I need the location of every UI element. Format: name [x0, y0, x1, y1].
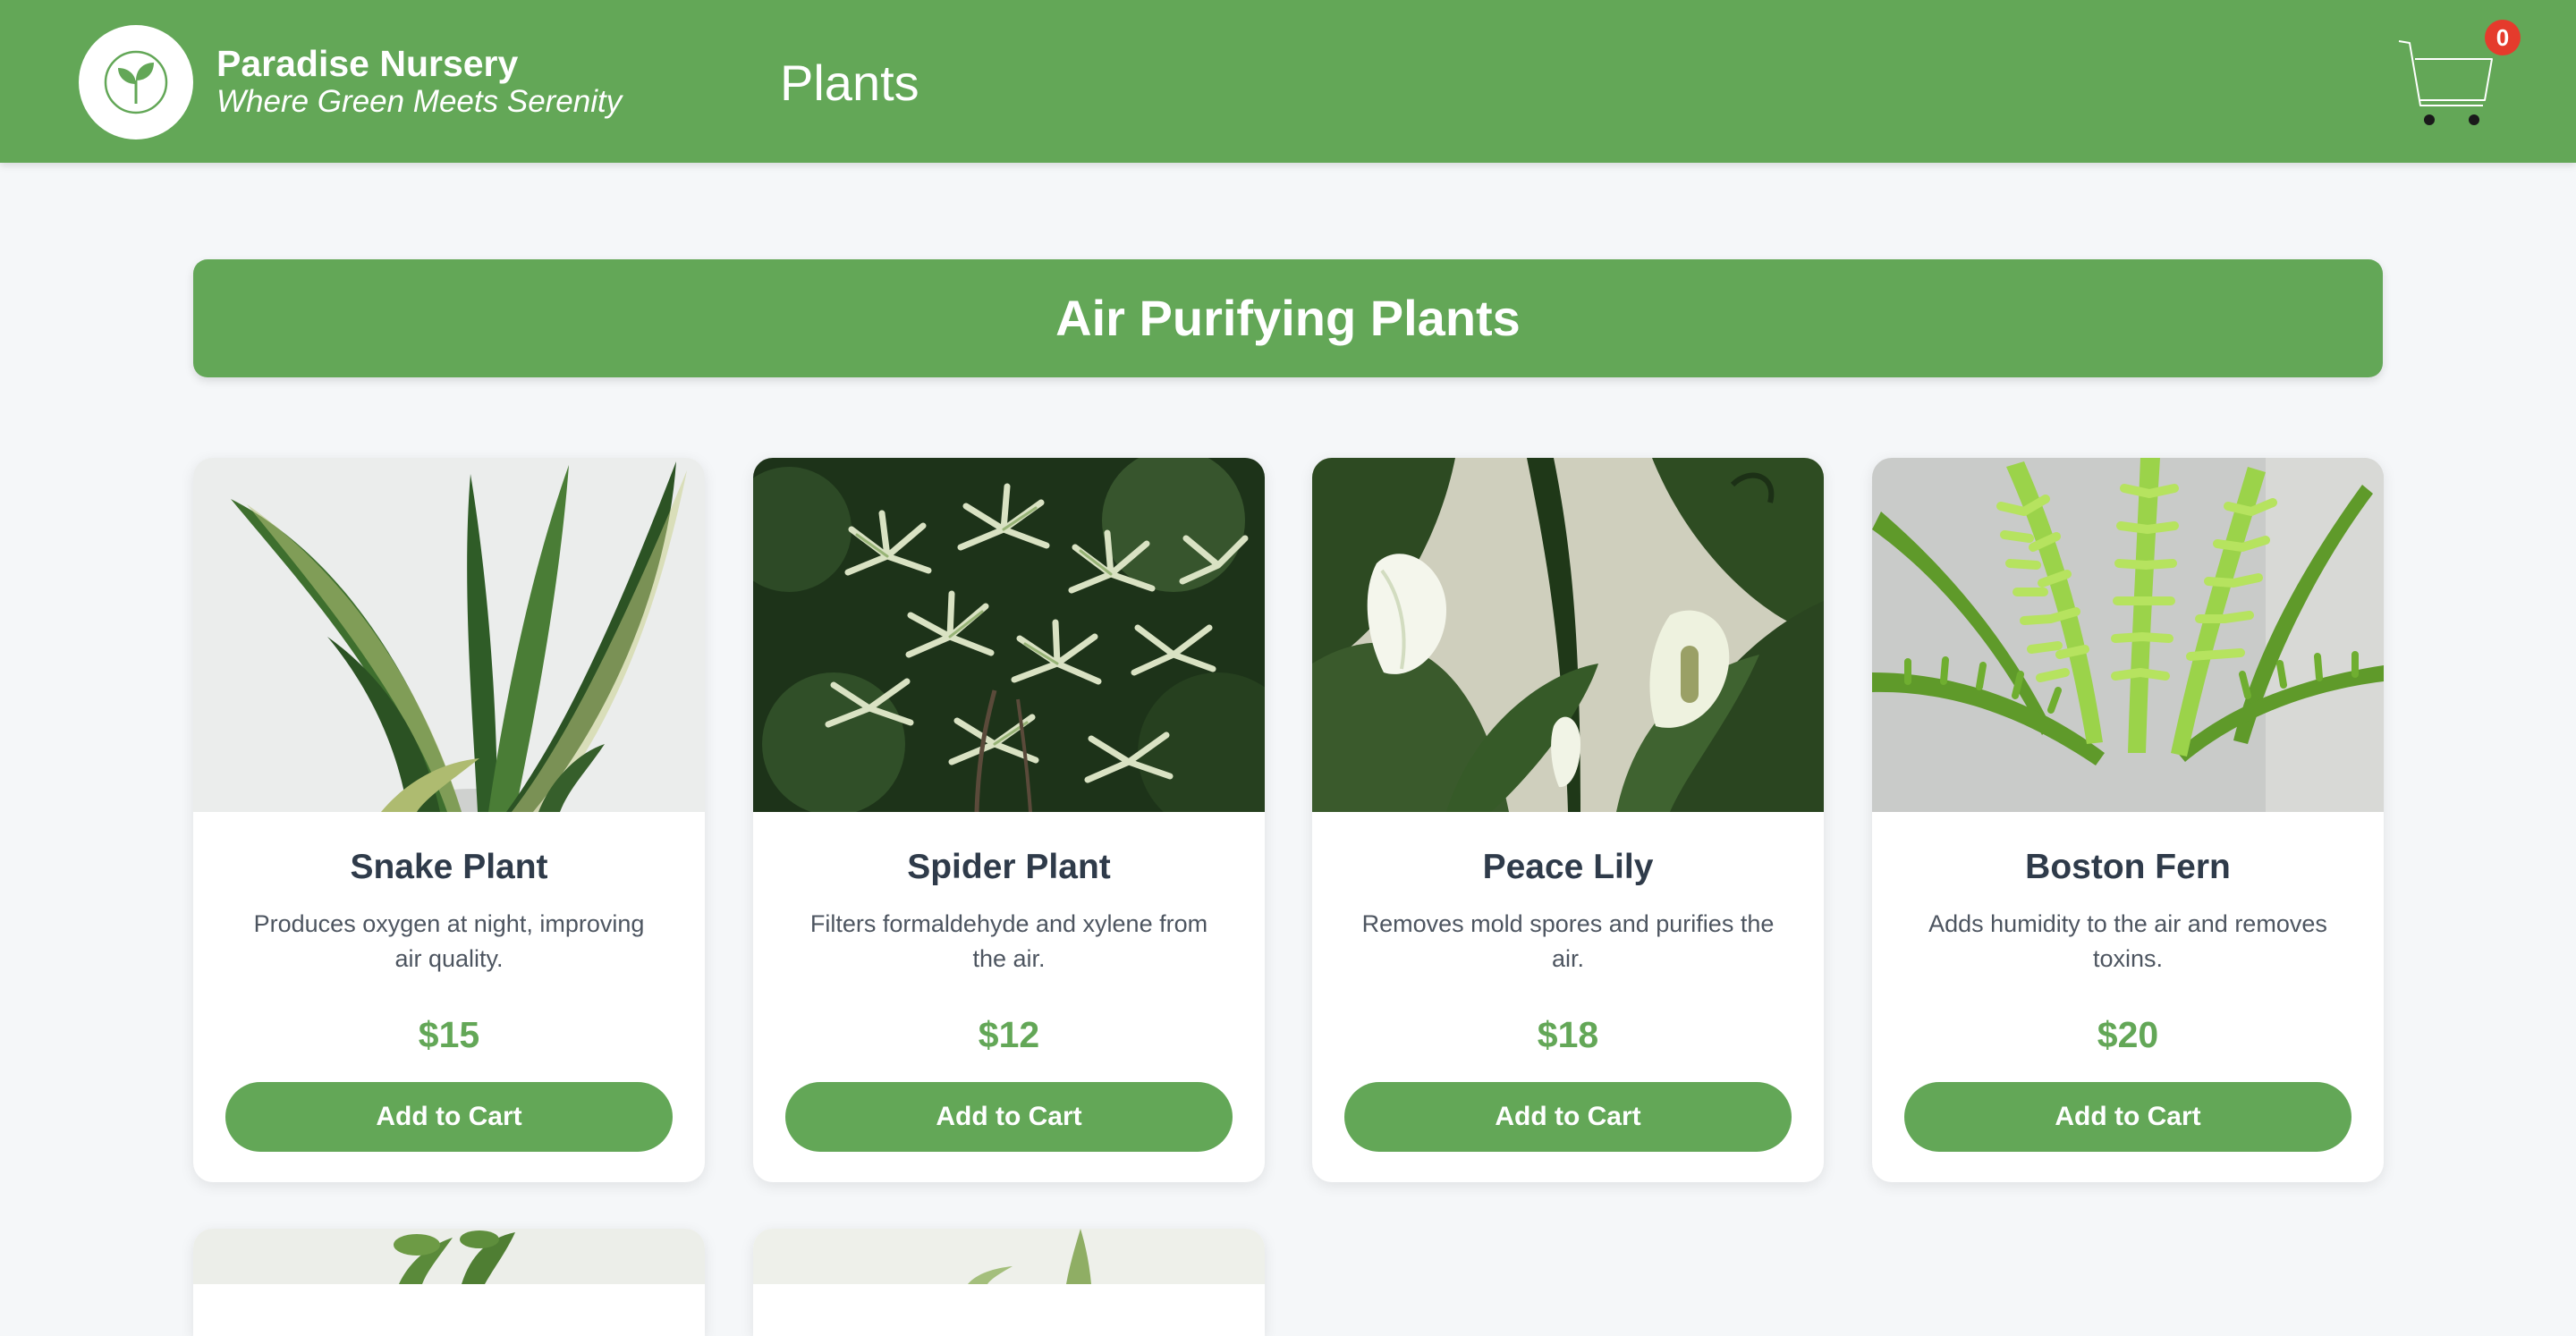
product-name: Spider Plant [907, 848, 1111, 886]
peace-lily-image [1312, 458, 1824, 812]
product-description: Filters formaldehyde and xylene from the… [809, 910, 1208, 972]
add-to-cart-button[interactable]: Add to Cart [1344, 1082, 1792, 1152]
sprout-logo-icon[interactable] [79, 25, 193, 140]
snake-plant-image [193, 458, 705, 812]
product-card-snake-plant: Snake Plant Produces oxygen at night, im… [193, 458, 705, 1182]
brand-name: Paradise Nursery [216, 43, 519, 84]
product-price: $15 [418, 1014, 480, 1055]
product-card-spider-plant: Spider Plant Filters formaldehyde and xy… [753, 458, 1265, 1182]
product-name: Boston Fern [2025, 848, 2231, 886]
product-card-partial [753, 1229, 1265, 1336]
product-description: Removes mold spores and purifies the air… [1361, 910, 1775, 972]
product-description: Produces oxygen at night, improving air … [253, 910, 645, 972]
product-card-peace-lily: Peace Lily Removes mold spores and purif… [1312, 458, 1824, 1182]
add-to-cart-button[interactable]: Add to Cart [1904, 1082, 2351, 1152]
nav-link-plants[interactable]: Plants [780, 54, 919, 112]
product-price: $20 [2097, 1014, 2159, 1055]
product-description: Adds humidity to the air and removes tox… [1928, 910, 2327, 972]
cart-count-badge: 0 [2485, 20, 2521, 55]
product-name: Peace Lily [1482, 848, 1654, 886]
product-name: Snake Plant [350, 848, 548, 886]
boston-fern-image [1872, 458, 2384, 812]
add-to-cart-button[interactable]: Add to Cart [785, 1082, 1233, 1152]
plant-image-partial [193, 1229, 705, 1284]
spider-plant-image [753, 458, 1265, 812]
category-heading: Air Purifying Plants [193, 259, 2383, 377]
product-price: $12 [978, 1014, 1040, 1055]
product-card-partial [193, 1229, 705, 1336]
product-price: $18 [1537, 1014, 1599, 1055]
add-to-cart-button[interactable]: Add to Cart [225, 1082, 673, 1152]
plant-image-partial [753, 1229, 1265, 1284]
brand-tagline: Where Green Meets Serenity [216, 84, 623, 119]
product-card-boston-fern: Boston Fern Adds humidity to the air and… [1872, 458, 2384, 1182]
navbar: Paradise Nursery Where Green Meets Seren… [0, 0, 2576, 163]
